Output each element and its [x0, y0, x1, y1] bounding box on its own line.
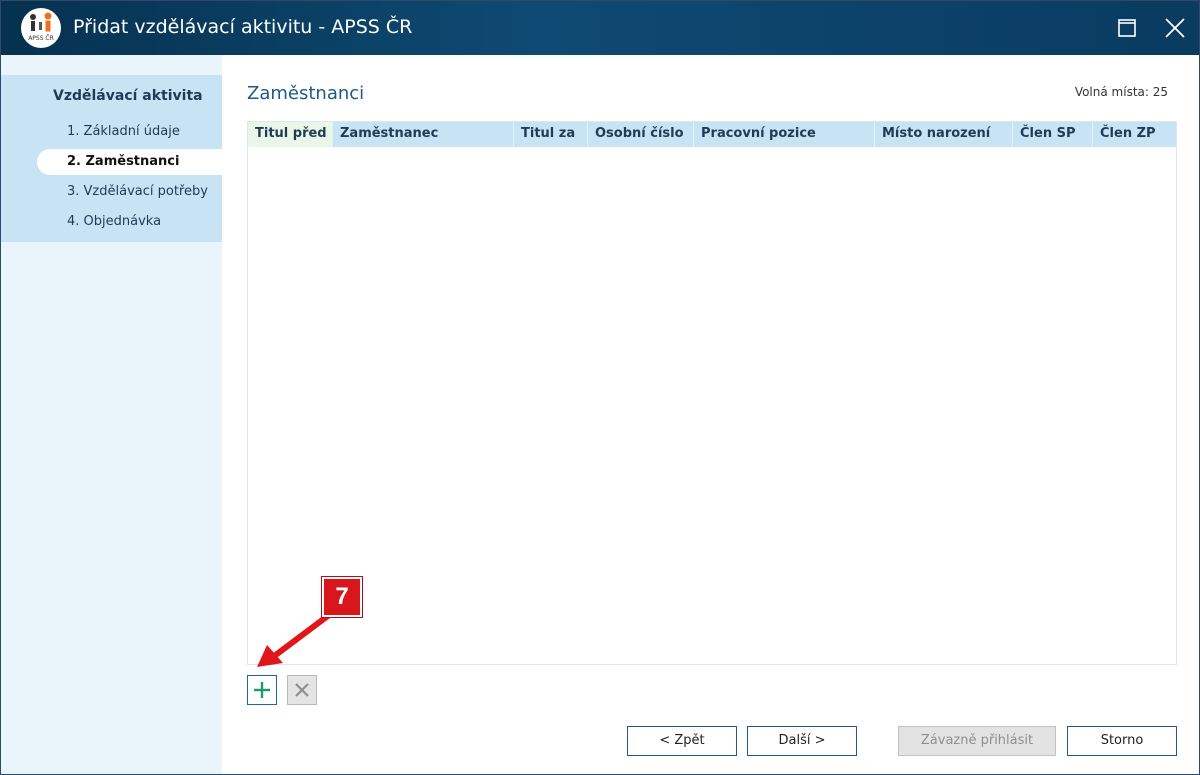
- sidebar-item-employees[interactable]: 2. Zaměstnanci: [37, 149, 222, 175]
- step-callout-badge: 7: [322, 577, 362, 617]
- sidebar-item-basic-info[interactable]: 1. Základní údaje: [37, 119, 222, 145]
- maximize-icon: [1118, 19, 1136, 37]
- employees-table[interactable]: Titul před Zaměstnanec Titul za Osobní č…: [247, 121, 1177, 665]
- column-header-sp-member[interactable]: Člen SP: [1013, 122, 1093, 147]
- sidebar-item-education-needs[interactable]: 3. Vzdělávací potřeby: [37, 179, 222, 205]
- page-title: Zaměstnanci: [247, 83, 365, 104]
- column-header-employee[interactable]: Zaměstnanec: [333, 122, 514, 147]
- column-header-title-before[interactable]: Titul před: [248, 122, 333, 147]
- window-title: Přidat vzdělávací aktivitu - APSS ČR: [73, 16, 413, 38]
- close-button[interactable]: [1160, 13, 1190, 43]
- table-header: Titul před Zaměstnanec Titul za Osobní č…: [248, 122, 1176, 147]
- apss-logo: APSS ČR: [21, 8, 61, 48]
- next-button[interactable]: Další >: [747, 726, 857, 756]
- register-button[interactable]: Závazně přihlásit: [898, 726, 1056, 756]
- column-header-personal-number[interactable]: Osobní číslo: [588, 122, 694, 147]
- close-icon: [1165, 18, 1185, 38]
- column-header-birthplace[interactable]: Místo narození: [875, 122, 1013, 147]
- free-seats-label: Volná místa: 25: [1074, 85, 1168, 99]
- title-bar: APSS ČR Přidat vzdělávací aktivitu - APS…: [1, 1, 1199, 55]
- back-button[interactable]: < Zpět: [627, 726, 737, 756]
- column-header-title-after[interactable]: Titul za: [514, 122, 588, 147]
- logo-text: APSS ČR: [28, 35, 54, 42]
- dialog-window: APSS ČR Přidat vzdělávací aktivitu - APS…: [0, 0, 1200, 775]
- sidebar-item-order[interactable]: 4. Objednávka: [37, 209, 222, 235]
- logo-figures-icon: [30, 12, 52, 32]
- column-header-zp-member[interactable]: Člen ZP: [1093, 122, 1176, 147]
- column-header-position[interactable]: Pracovní pozice: [694, 122, 875, 147]
- cancel-button[interactable]: Storno: [1067, 726, 1177, 756]
- wizard-sidebar: Vzdělávací aktivita 1. Základní údaje 2.…: [1, 55, 222, 774]
- sidebar-heading: Vzdělávací aktivita: [53, 88, 203, 104]
- maximize-button[interactable]: [1112, 13, 1142, 43]
